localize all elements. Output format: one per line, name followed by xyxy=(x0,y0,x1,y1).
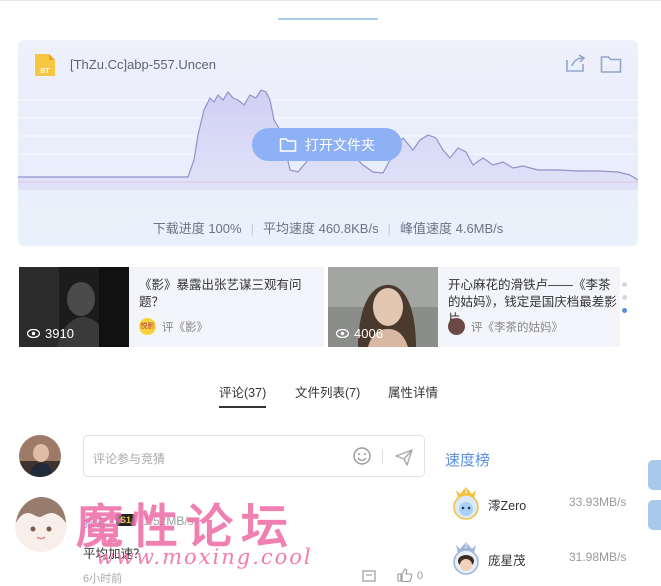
news-source: 评《影》 xyxy=(162,321,208,334)
carousel-dots xyxy=(622,282,627,321)
top-border xyxy=(0,0,661,1)
file-name: [ThZu.Cc]abp-557.Uncen xyxy=(70,57,216,72)
folder-icon[interactable] xyxy=(600,54,622,74)
rank-speed: 33.93MB/s xyxy=(569,495,627,509)
open-folder-label: 打开文件夹 xyxy=(305,136,375,153)
tab-file-list[interactable]: 文件列表(7) xyxy=(295,382,360,401)
emoji-icon[interactable] xyxy=(352,446,372,466)
ranking-item[interactable]: 2 庞星茂 31.98MB/s xyxy=(450,537,640,577)
tab-indicator xyxy=(278,18,378,20)
current-user-avatar[interactable] xyxy=(19,435,61,477)
share-icon[interactable] xyxy=(564,52,586,74)
source-avatar xyxy=(448,318,465,335)
detail-tabs: 评论(37) 文件列表(7) 属性详情 xyxy=(0,382,661,408)
side-float-button[interactable] xyxy=(648,460,661,490)
news-meta: 评《李茶的姑妈》 xyxy=(448,318,563,335)
download-card: BT [ThZu.Cc]abp-557.Uncen 打开文件夹 下载进度 100… xyxy=(18,40,638,246)
source-avatar: 悦影 xyxy=(139,318,156,335)
bt-file-icon: BT xyxy=(35,54,55,76)
news-source: 评《李茶的姑妈》 xyxy=(471,321,563,334)
news-meta: 悦影 评《影》 xyxy=(139,318,208,335)
rank-avatar: 2 xyxy=(453,542,479,575)
svg-text:BT: BT xyxy=(40,68,50,75)
news-item[interactable]: 4006 开心麻花的滑铁卢——《李茶的姑妈》，钱定是国庆档最差影片 评《李茶的姑… xyxy=(328,267,620,347)
view-count: 4006 xyxy=(354,326,383,341)
progress-stat: 下载进度 100% xyxy=(152,221,242,236)
folder-open-icon xyxy=(279,137,297,152)
rank-speed: 31.98MB/s xyxy=(569,550,627,564)
rank-username: 庞星茂 xyxy=(488,554,526,568)
send-icon[interactable] xyxy=(394,447,414,467)
tab-properties[interactable]: 属性详情 xyxy=(388,382,438,401)
watermark-url: www.moxing.cool xyxy=(96,545,313,569)
comment-input[interactable]: 评论参与竞猜 xyxy=(83,435,425,477)
ranking-item[interactable]: 1 澪Zero 33.93MB/s xyxy=(450,482,640,522)
news-thumbnail[interactable]: 3910 xyxy=(19,267,129,347)
eye-icon xyxy=(27,329,40,338)
carousel-dot-active[interactable] xyxy=(622,308,627,313)
tab-comments[interactable]: 评论(37) xyxy=(219,382,267,408)
like-count: 0 xyxy=(417,570,424,582)
eye-icon xyxy=(336,329,349,338)
peak-speed-stat: 峰值速度 4.6MB/s xyxy=(399,221,504,236)
comment-placeholder: 评论参与竞猜 xyxy=(93,452,166,466)
watermark-mascot-icon xyxy=(15,497,67,552)
side-float-button[interactable] xyxy=(648,500,661,530)
carousel-dot[interactable] xyxy=(622,282,627,287)
rank-username: 澪Zero xyxy=(488,499,527,513)
comment-time: 6小时前 xyxy=(83,573,123,585)
news-item[interactable]: 3910 《影》暴露出张艺谋三观有问题？ 悦影 评《影》 xyxy=(19,267,324,347)
download-stats: 下载进度 100% | 平均速度 460.8KB/s | 峰值速度 4.6MB/s xyxy=(152,221,504,236)
news-thumbnail[interactable]: 4006 xyxy=(328,267,438,347)
view-count: 3910 xyxy=(45,326,74,341)
carousel-dot[interactable] xyxy=(622,295,627,300)
open-folder-button[interactable]: 打开文件夹 xyxy=(252,128,402,161)
reply-icon[interactable] xyxy=(362,570,376,582)
ranking-title: 速度榜 xyxy=(445,452,491,469)
rank-avatar: 1 xyxy=(453,487,479,520)
avg-speed-stat: 平均速度 460.8KB/s xyxy=(262,221,379,236)
divider xyxy=(382,449,383,464)
news-title[interactable]: 《影》暴露出张艺谋三观有问题？ xyxy=(139,277,319,311)
